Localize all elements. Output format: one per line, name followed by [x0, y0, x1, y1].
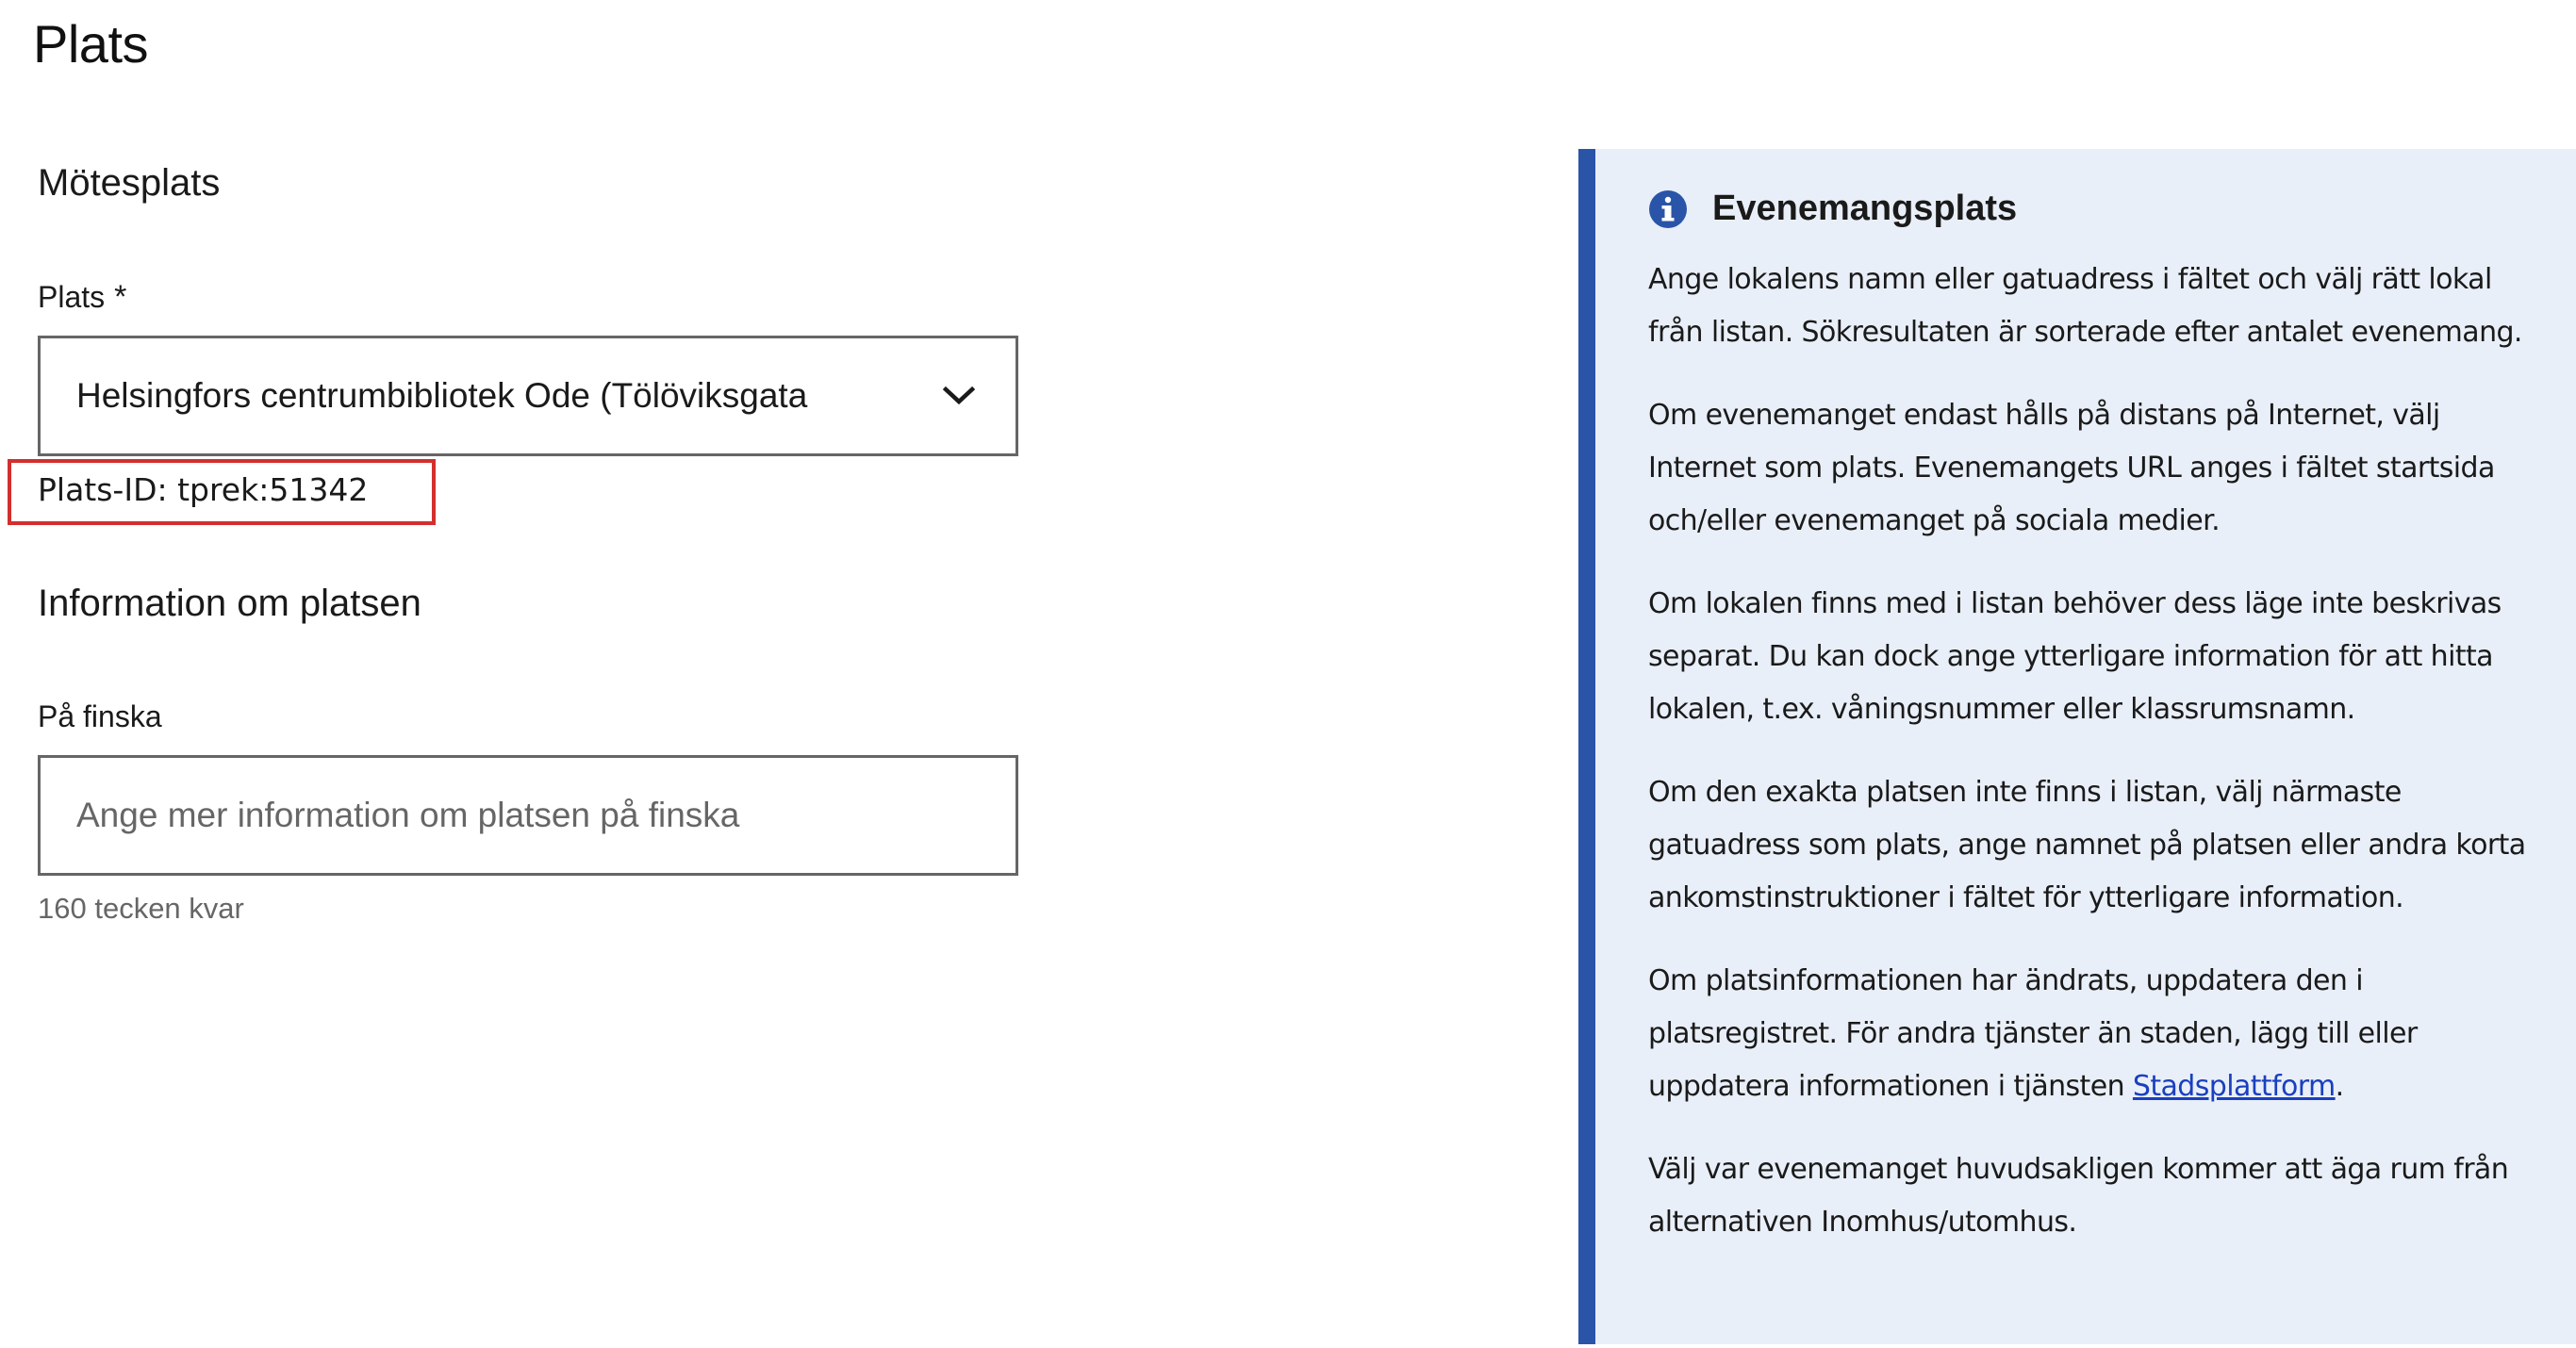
place-info-heading: Information om platsen [38, 583, 421, 624]
place-label: Plats [38, 280, 106, 314]
info-paragraph-with-link: Om platsinformationen har ändrats, uppda… [1648, 955, 2538, 1113]
stadsplattform-link[interactable]: Stadsplattform [2133, 1070, 2336, 1103]
required-marker: * [114, 279, 127, 315]
place-label-row: Plats * [38, 279, 126, 316]
info-paragraph: Om den exakta platsen inte finns i lista… [1648, 776, 2526, 914]
info-paragraph-text-end: . [2335, 1070, 2345, 1103]
page: Plats Mötesplats Plats * Helsingfors cen… [0, 0, 2576, 1348]
place-id-highlight [8, 459, 436, 525]
finnish-info-input[interactable] [38, 755, 1018, 876]
page-title: Plats [33, 14, 149, 74]
info-paragraph: Välj var evenemanget huvudsakligen komme… [1648, 1153, 2509, 1239]
info-paragraph: Ange lokalens namn eller gatuadress i fä… [1648, 263, 2522, 349]
info-panel: Evenemangsplats Ange lokalens namn eller… [1578, 149, 2576, 1344]
meeting-place-heading: Mötesplats [38, 162, 221, 204]
place-select-value: Helsingfors centrumbibliotek Ode (Tölövi… [76, 376, 808, 415]
chevron-down-icon[interactable] [902, 386, 1016, 406]
char-count: 160 tecken kvar [38, 892, 244, 925]
place-select[interactable]: Helsingfors centrumbibliotek Ode (Tölövi… [38, 336, 1018, 456]
info-panel-header: Evenemangsplats [1648, 189, 2538, 229]
info-paragraph: Om lokalen finns med i listan behöver de… [1648, 587, 2502, 726]
info-paragraph: Om evenemanget endast hålls på distans p… [1648, 399, 2495, 537]
info-icon [1649, 189, 1687, 228]
info-panel-title: Evenemangsplats [1712, 189, 2018, 228]
finnish-label: På finska [38, 699, 162, 733]
